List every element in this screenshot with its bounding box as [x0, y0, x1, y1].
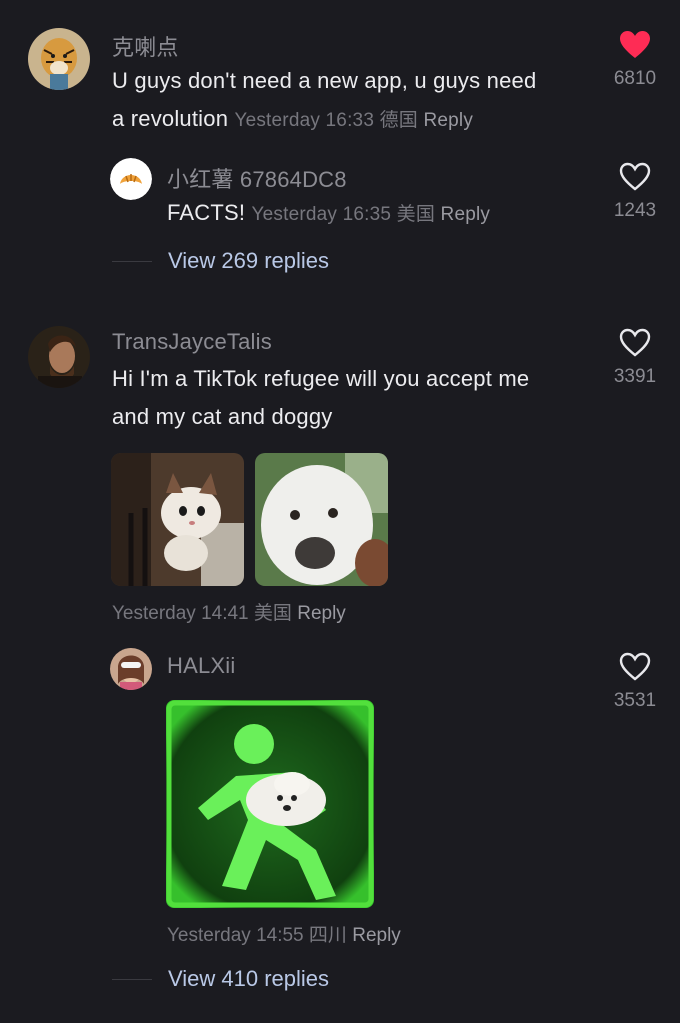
comment-username[interactable]: TransJayceTalis [112, 329, 272, 355]
view-replies-label: View 410 replies [168, 966, 330, 991]
divider [112, 260, 152, 262]
comment-text: Hi I'm a TikTok refugee will you accept … [112, 360, 602, 436]
like-button[interactable]: 6810 [600, 30, 670, 90]
reply-time: Yesterday 14:55 [167, 925, 304, 946]
reply-location: 美国 [396, 204, 436, 225]
croissant-avatar-icon[interactable] [110, 158, 152, 200]
heart-outline-icon [619, 328, 651, 357]
running-dog-exit-sign-image[interactable] [166, 700, 374, 908]
dog-photo[interactable] [255, 453, 388, 586]
reply-button[interactable]: Reply [297, 603, 346, 624]
reply-location: 四川 [308, 925, 347, 946]
comment-meta: Yesterday 14:41 美国 Reply [112, 598, 346, 625]
view-replies-button[interactable]: View 410 replies [112, 966, 329, 992]
comment-meta: Yesterday 16:33 德国 Reply [234, 110, 473, 131]
heart-outline-icon [619, 652, 651, 681]
tiger-avatar-icon[interactable] [28, 28, 90, 90]
comment-text-line: a revolution [112, 106, 229, 131]
like-count: 1243 [613, 200, 657, 221]
comments-screen: 克喇点 U guys don't need a new app, u guys … [0, 0, 680, 1023]
view-replies-label: View 269 replies [168, 248, 330, 273]
comment-text: U guys don't need a new app, u guys need… [112, 62, 602, 140]
like-count: 6810 [613, 68, 657, 89]
cat-photo[interactable] [111, 453, 244, 586]
comment-location: 美国 [253, 603, 292, 624]
reply-button[interactable]: Reply [441, 204, 491, 225]
man-portrait-avatar-icon[interactable] [28, 326, 90, 388]
like-count: 3531 [613, 690, 657, 711]
reply-text: FACTS! Yesterday 16:35 美国 Reply [167, 194, 587, 234]
reply-button[interactable]: Reply [352, 925, 401, 946]
reply-text-content: FACTS! [167, 200, 246, 225]
divider [112, 978, 152, 980]
reply-meta: Yesterday 14:55 四川 Reply [167, 920, 401, 947]
reply-time: Yesterday 16:35 [251, 204, 392, 225]
reply-meta: Yesterday 16:35 美国 Reply [252, 204, 491, 225]
comment-text-line-2: a revolution Yesterday 16:33 德国 Reply [112, 100, 602, 140]
like-button[interactable]: 1243 [600, 162, 670, 222]
comment-time: Yesterday 14:41 [112, 603, 249, 624]
comment-username[interactable]: 克喇点 [112, 30, 179, 62]
comment-text-line: and my cat and doggy [112, 404, 333, 429]
reply-button[interactable]: Reply [423, 110, 473, 131]
comment-text-line: U guys don't need a new app, u guys need [112, 68, 537, 93]
girl-avatar-icon[interactable] [110, 648, 152, 690]
like-count: 3391 [613, 366, 657, 387]
view-replies-button[interactable]: View 269 replies [112, 248, 329, 274]
heart-filled-icon [620, 31, 650, 58]
heart-outline-icon [619, 162, 651, 191]
reply-username[interactable]: 小红薯 67864DC8 [167, 162, 347, 194]
comment-text-line: Hi I'm a TikTok refugee will you accept … [112, 366, 530, 391]
like-button[interactable]: 3531 [600, 652, 670, 712]
reply-username[interactable]: HALXii [167, 653, 235, 679]
comment-location: 德国 [379, 110, 418, 131]
like-button[interactable]: 3391 [600, 328, 670, 388]
comment-time: Yesterday 16:33 [234, 110, 375, 131]
